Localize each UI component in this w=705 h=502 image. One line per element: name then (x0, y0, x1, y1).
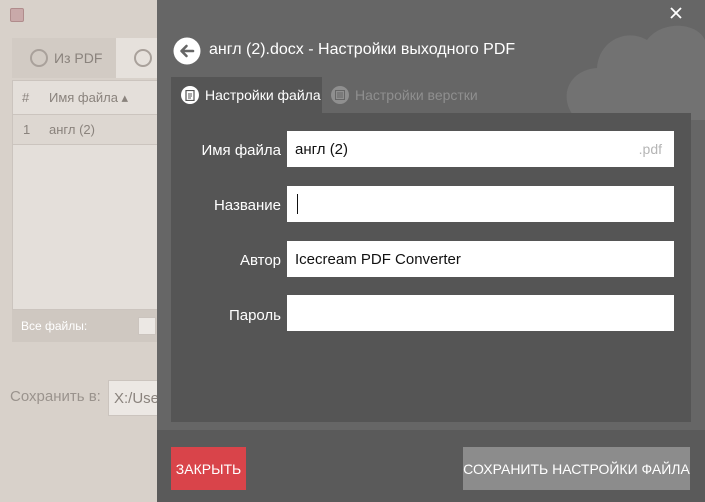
tab-file-settings[interactable]: Настройки файла (171, 77, 322, 113)
all-files-bar: Все файлы: (12, 310, 158, 342)
close-icon[interactable] (666, 3, 686, 23)
row-index: 1 (23, 122, 31, 137)
background-tabs: Из PDF (12, 38, 166, 78)
all-files-label: Все файлы: (21, 319, 88, 333)
title-input[interactable] (287, 186, 674, 222)
filename-suffix: .pdf (638, 141, 662, 157)
tab-file-settings-label: Настройки файла (205, 87, 321, 103)
close-button[interactable]: ЗАКРЫТЬ (171, 447, 246, 490)
dialog-title: англ (2).docx - Настройки выходного PDF (209, 41, 516, 58)
table-header: # Имя файла ▴ (13, 81, 157, 115)
password-label: Пароль (228, 307, 281, 324)
back-arrow-icon[interactable] (172, 36, 202, 66)
author-value: Icecream PDF Converter (295, 250, 461, 268)
pdf-settings-dialog: англ (2).docx - Настройки выходного PDF … (157, 0, 705, 502)
file-settings-panel: Имя файла англ (2) .pdf Название Автор I… (171, 113, 691, 422)
save-file-settings-button[interactable]: СОХРАНИТЬ НАСТРОЙКИ ФАЙЛА (463, 447, 690, 490)
table-row[interactable]: 1 англ (2) (13, 115, 157, 145)
tab-layout-settings-label: Настройки верстки (355, 87, 478, 103)
app-logo-icon (10, 8, 24, 22)
tab-layout-settings[interactable]: Настройки верстки (329, 77, 478, 113)
all-files-checkbox[interactable] (138, 317, 156, 335)
document-icon (181, 86, 199, 104)
filename-input[interactable]: англ (2) .pdf (287, 131, 674, 167)
save-to-input[interactable]: X:/Use (108, 380, 160, 416)
tab-from-pdf-label: Из PDF (54, 50, 103, 66)
text-caret (297, 194, 298, 214)
convert-icon (134, 49, 152, 67)
save-to-label: Сохранить в: (10, 388, 101, 405)
row-filename: англ (2) (49, 122, 95, 137)
column-header-filename[interactable]: Имя файла ▴ (39, 90, 128, 106)
filename-label: Имя файла (201, 142, 281, 159)
file-table: # Имя файла ▴ 1 англ (2) (12, 80, 158, 310)
author-label: Автор (239, 252, 281, 269)
title-label: Название (213, 197, 281, 214)
pdf-icon (30, 49, 48, 67)
column-header-index: # (22, 90, 30, 105)
tab-from-pdf[interactable]: Из PDF (12, 38, 116, 78)
filename-value: англ (2) (295, 140, 349, 158)
password-input[interactable] (287, 295, 674, 331)
layout-icon (331, 86, 349, 104)
author-input[interactable]: Icecream PDF Converter (287, 241, 674, 277)
